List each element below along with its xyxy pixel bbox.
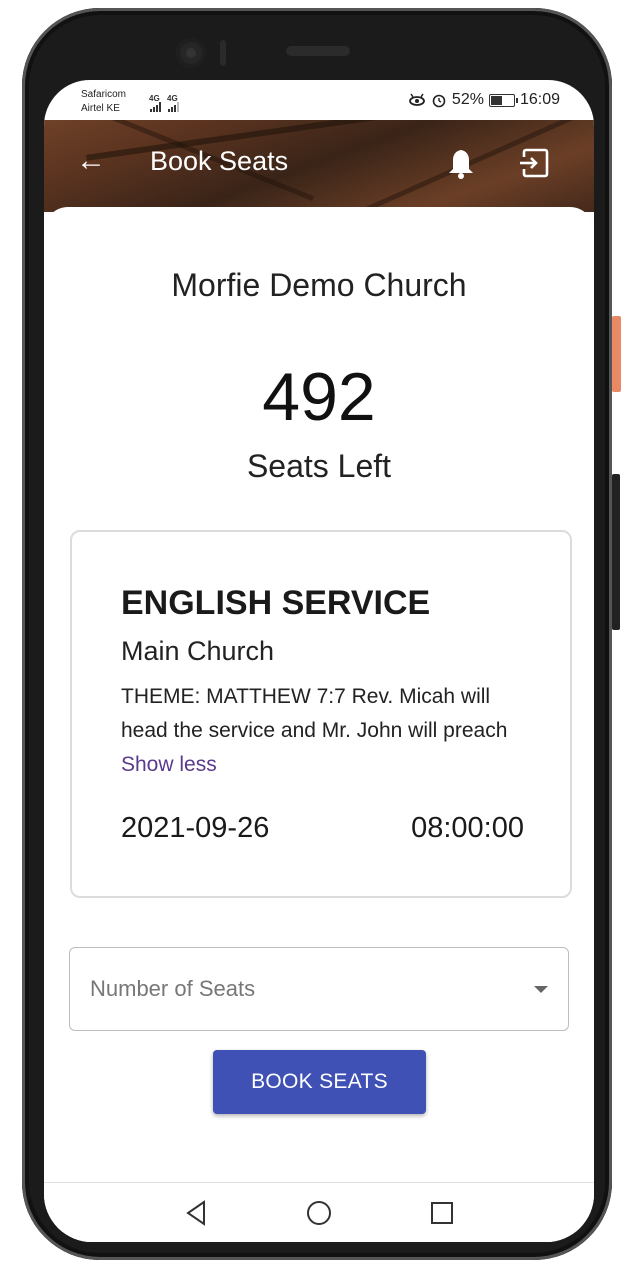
signal-2-icon — [168, 102, 179, 112]
carrier-1: Safaricom — [81, 89, 127, 100]
dropdown-arrow-icon — [534, 986, 548, 993]
logout-icon[interactable] — [518, 147, 550, 179]
status-right: 52% 16:09 — [408, 91, 560, 109]
service-card: ENGLISH SERVICE Main Church THEME: MATTH… — [70, 530, 572, 898]
seats-left-label: Seats Left — [246, 448, 392, 484]
battery-fill — [490, 95, 502, 105]
service-location: Main Church — [121, 636, 275, 666]
seats-left-count: 492 — [262, 359, 376, 435]
nav-home-icon[interactable] — [306, 1200, 332, 1226]
battery-percent: 52% — [451, 91, 484, 108]
app-bar: ← Book Seats — [44, 120, 594, 206]
screen: Safaricom Airtel KE 4G 4G 52% 16:09 ← Bo… — [44, 80, 594, 1242]
alarm-icon — [432, 94, 446, 108]
service-description-text: THEME: MATTHEW 7:7 Rev. Micah will head … — [121, 685, 508, 742]
church-name: Morfie Demo Church — [171, 267, 467, 303]
service-date: 2021-09-26 — [121, 812, 270, 844]
nav-recent-icon[interactable] — [430, 1201, 454, 1225]
service-time: 08:00:00 — [411, 812, 524, 844]
nav-back-icon[interactable] — [184, 1199, 208, 1227]
eye-comfort-icon — [409, 93, 425, 106]
status-bar: Safaricom Airtel KE 4G 4G 52% 16:09 — [44, 80, 594, 120]
sensor — [220, 40, 226, 66]
service-description: THEME: MATTHEW 7:7 Rev. Micah will head … — [121, 680, 541, 782]
system-navbar — [44, 1182, 594, 1242]
clock: 16:09 — [519, 91, 560, 108]
service-title: ENGLISH SERVICE — [121, 584, 431, 622]
book-seats-button[interactable]: BOOK SEATS — [213, 1050, 426, 1114]
battery-icon — [488, 93, 518, 107]
earpiece-speaker — [286, 46, 350, 56]
seats-select-label: Number of Seats — [90, 976, 256, 1001]
show-less-link[interactable]: Show less — [121, 753, 217, 776]
side-button — [612, 474, 620, 630]
signal-1-icon — [150, 102, 161, 112]
camera-lens — [186, 48, 196, 58]
seats-select[interactable]: Number of Seats — [69, 947, 569, 1031]
page-title: Book Seats — [150, 146, 289, 176]
side-accent — [612, 316, 621, 392]
carrier-2: Airtel KE — [81, 103, 120, 114]
arrow-left-icon[interactable]: ← — [76, 146, 106, 176]
bell-icon[interactable] — [446, 146, 476, 180]
